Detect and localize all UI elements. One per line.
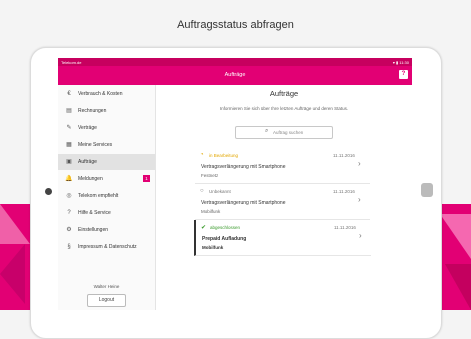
pattern-triangle bbox=[440, 214, 471, 259]
chevron-right-icon: › bbox=[358, 195, 361, 204]
order-subtitle: Mobilfunk bbox=[202, 245, 224, 250]
sidebar-item-einstellungen[interactable]: ⚙ Einstellungen bbox=[58, 222, 155, 238]
order-card[interactable]: ○ Unbekannt 11.11.2016 Vertragsverlänger… bbox=[195, 184, 370, 220]
recommend-icon: ◎ bbox=[66, 193, 72, 199]
sidebar-item-label: Meldungen bbox=[78, 176, 103, 182]
services-icon: ▦ bbox=[66, 142, 72, 148]
pattern-triangle bbox=[0, 204, 30, 244]
gear-icon: ⚙ bbox=[66, 227, 72, 233]
sidebar-item-vertraege[interactable]: ✎ Verträge bbox=[58, 120, 155, 136]
order-date: 11.11.2016 bbox=[333, 189, 355, 194]
sidebar-item-label: Meine Services bbox=[78, 142, 113, 148]
order-title: Vertragsverlängerung mit Smartphone bbox=[201, 164, 286, 170]
search-input[interactable]: ⌕ Auftrag suchen bbox=[235, 126, 333, 139]
contract-icon: ✎ bbox=[66, 125, 72, 131]
page-title: Auftragsstatus abfragen bbox=[177, 19, 294, 31]
search-placeholder: Auftrag suchen bbox=[273, 130, 304, 135]
sidebar: € Verbrauch & Kosten ▤ Rechnungen ✎ Vert… bbox=[58, 85, 156, 310]
order-title: Prepaid Aufladung bbox=[202, 236, 247, 242]
sidebar-item-label: Telekom empfiehlt bbox=[78, 193, 119, 199]
sidebar-item-label: Verbrauch & Kosten bbox=[78, 91, 123, 97]
check-icon: ✔ bbox=[201, 225, 207, 231]
order-subtitle: Festnetz bbox=[201, 173, 219, 178]
chevron-right-icon: › bbox=[358, 159, 361, 168]
sidebar-item-auftraege[interactable]: ▣ Aufträge bbox=[58, 154, 155, 170]
carrier-label: Telekom.de bbox=[61, 60, 82, 65]
main-subtitle: Informieren Sie sich über Ihre letzten A… bbox=[219, 106, 349, 111]
pattern-triangle bbox=[0, 244, 25, 304]
order-date: 11.11.2016 bbox=[334, 225, 356, 230]
app-bar-title: Aufträge bbox=[224, 72, 246, 78]
sidebar-item-verbrauch[interactable]: € Verbrauch & Kosten bbox=[58, 86, 155, 102]
help-icon: ? bbox=[67, 210, 71, 216]
app-bar: Aufträge ? bbox=[58, 66, 412, 85]
order-card[interactable]: ✔ abgeschlossen 11.11.2016 Prepaid Aufla… bbox=[194, 220, 371, 256]
sidebar-item-services[interactable]: ▦ Meine Services bbox=[58, 137, 155, 153]
sidebar-item-meldungen[interactable]: 🔔 Meldungen 1 bbox=[58, 171, 155, 187]
order-status: in Bearbeitung bbox=[209, 153, 239, 158]
sidebar-item-hilfe[interactable]: ? Hilfe & Service bbox=[58, 205, 155, 221]
camera bbox=[45, 188, 52, 195]
order-date: 11.11.2016 bbox=[333, 153, 355, 158]
order-title: Vertragsverlängerung mit Smartphone bbox=[201, 200, 286, 206]
sidebar-item-label: Impressum & Datenschutz bbox=[78, 244, 137, 250]
search-icon: ⌕ bbox=[265, 128, 269, 134]
order-status: abgeschlossen bbox=[210, 225, 241, 230]
chevron-right-icon: › bbox=[359, 231, 362, 240]
notification-badge: 1 bbox=[143, 175, 150, 182]
sidebar-item-label: Einstellungen bbox=[78, 227, 109, 233]
order-status: Unbekannt bbox=[209, 189, 231, 194]
status-icons: ▾ ▮ 11:30 bbox=[392, 60, 409, 65]
logout-button[interactable]: Logout bbox=[87, 294, 126, 307]
status-bar: Telekom.de ▾ ▮ 11:30 bbox=[58, 58, 412, 66]
sidebar-item-empfiehlt[interactable]: ◎ Telekom empfiehlt bbox=[58, 188, 155, 204]
main-title: Aufträge bbox=[269, 89, 299, 98]
sidebar-item-label: Hilfe & Service bbox=[78, 210, 111, 216]
clock: 11:30 bbox=[399, 60, 409, 65]
app-screen: Telekom.de ▾ ▮ 11:30 Aufträge ? € Verbra… bbox=[58, 58, 412, 310]
tablet-side-button bbox=[421, 183, 433, 197]
order-card[interactable]: ◔ in Bearbeitung 11.11.2016 Vertragsverl… bbox=[195, 148, 370, 184]
sidebar-item-label: Rechnungen bbox=[78, 108, 107, 114]
sidebar-item-impressum[interactable]: § Impressum & Datenschutz bbox=[58, 239, 155, 255]
sidebar-item-rechnungen[interactable]: ▤ Rechnungen bbox=[58, 103, 155, 119]
help-button[interactable]: ? bbox=[399, 70, 408, 79]
sidebar-item-label: Aufträge bbox=[78, 159, 97, 165]
legal-icon: § bbox=[67, 244, 71, 250]
order-subtitle: Mobilfunk bbox=[201, 209, 221, 214]
sidebar-item-label: Verträge bbox=[78, 125, 97, 131]
user-name: Walter Heine bbox=[93, 284, 120, 289]
in-progress-icon: ◔ bbox=[200, 152, 204, 158]
pattern-triangle bbox=[445, 264, 471, 310]
orders-icon: ▣ bbox=[66, 159, 72, 165]
invoice-icon: ▤ bbox=[66, 108, 72, 114]
bell-icon: 🔔 bbox=[65, 176, 73, 182]
unknown-status-icon: ○ bbox=[200, 188, 204, 194]
euro-icon: € bbox=[67, 91, 71, 97]
